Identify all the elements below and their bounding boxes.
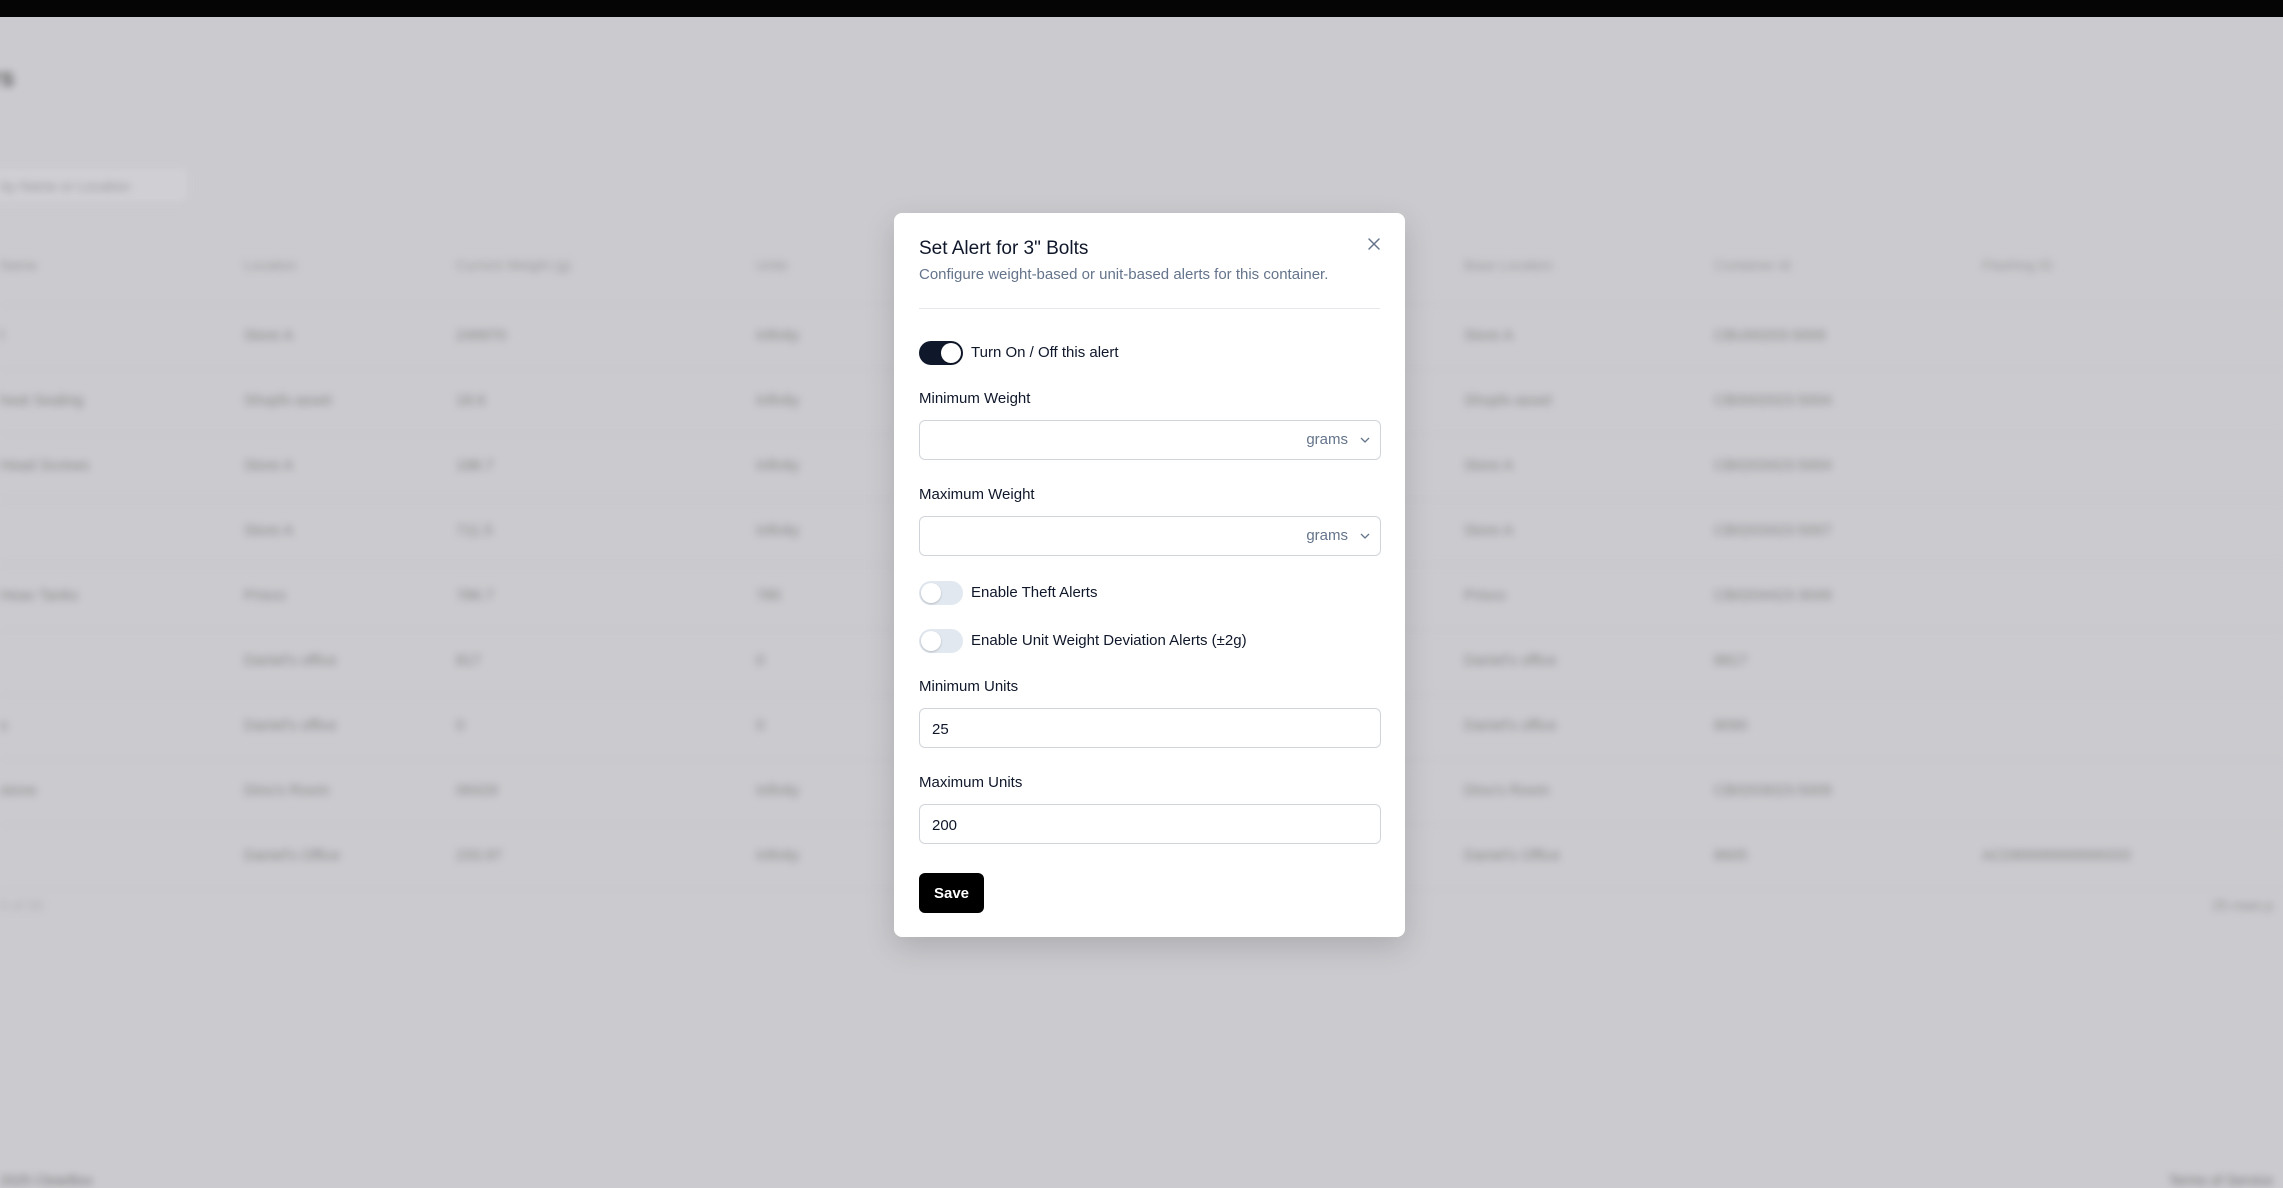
table-cell: 8605 bbox=[1714, 847, 1748, 864]
table-cell: 0 bbox=[756, 652, 765, 669]
min-weight-field: grams bbox=[919, 420, 1381, 461]
table-cell: Daniel's office bbox=[1464, 717, 1557, 734]
table-cell: 8090 bbox=[1714, 717, 1748, 734]
max-weight-field: grams bbox=[919, 516, 1381, 557]
min-weight-label: Minimum Weight bbox=[919, 390, 1031, 407]
table-cell: 8817 bbox=[1714, 652, 1748, 669]
rows-per-page[interactable]: 25 rows p bbox=[2212, 897, 2273, 913]
column-header[interactable]: Location bbox=[244, 257, 297, 273]
table-cell: Store A bbox=[1464, 457, 1514, 474]
table-cell: 18.6 bbox=[456, 392, 486, 409]
alert-toggle[interactable] bbox=[919, 341, 963, 365]
theft-alerts-label: Enable Theft Alerts bbox=[971, 584, 1098, 601]
copyright: 2025 ClearBox bbox=[0, 1172, 93, 1188]
table-cell: 785 bbox=[756, 587, 782, 604]
min-units-label: Minimum Units bbox=[919, 678, 1019, 695]
table-cell: stone bbox=[0, 782, 37, 799]
divider bbox=[919, 308, 1380, 309]
column-header[interactable]: Name bbox=[0, 257, 37, 273]
table-cell: Dino's Room bbox=[1464, 782, 1550, 799]
table-cell: Dino's Room bbox=[244, 782, 330, 799]
theft-alerts-toggle[interactable] bbox=[919, 581, 963, 605]
table-cell: CB0002023-5004 bbox=[1714, 392, 1832, 409]
table-cell: 711.5 bbox=[456, 522, 493, 539]
table-cell: Daniel's Office bbox=[244, 847, 340, 864]
toggle-knob bbox=[921, 583, 941, 603]
column-header[interactable]: Units bbox=[756, 257, 788, 273]
unit-deviation-toggle[interactable] bbox=[919, 629, 963, 653]
table-cell: Store A bbox=[244, 457, 294, 474]
table-cell: Shopfx-asset bbox=[244, 392, 332, 409]
table-cell: 0 bbox=[456, 717, 465, 734]
table-cell: Infinity bbox=[756, 522, 800, 539]
close-icon[interactable] bbox=[1366, 236, 1382, 252]
table-cell: Store A bbox=[244, 522, 294, 539]
table-cell: 188.7 bbox=[456, 457, 494, 474]
table-cell: Daniel's Office bbox=[1464, 847, 1560, 864]
pagination-info: 0 of 33 bbox=[0, 897, 43, 913]
table-cell: CB0204423-3049 bbox=[1714, 587, 1832, 604]
table-cell: Shopfx-asset bbox=[1464, 392, 1552, 409]
table-cell: heat Sealing bbox=[0, 392, 84, 409]
alert-toggle-label: Turn On / Off this alert bbox=[971, 344, 1119, 361]
dialog-subtitle: Configure weight-based or unit-based ale… bbox=[919, 266, 1329, 283]
table-cell: ACD89999999999333 bbox=[1982, 847, 2131, 864]
column-header[interactable]: Flashing ID bbox=[1982, 257, 2053, 273]
table-cell: CB0203423-5007 bbox=[1714, 522, 1832, 539]
unit-deviation-label: Enable Unit Weight Deviation Alerts (±2g… bbox=[971, 632, 1247, 649]
table-cell: 786.7 bbox=[456, 587, 494, 604]
save-button[interactable]: Save bbox=[919, 873, 984, 913]
table-cell: 0 bbox=[756, 717, 765, 734]
table-cell: s bbox=[0, 717, 8, 734]
table-cell: CBU00203-5009 bbox=[1714, 327, 1826, 344]
table-cell: l bbox=[0, 327, 4, 344]
max-weight-label: Maximum Weight bbox=[919, 486, 1035, 503]
search-input[interactable]: by Name or Location bbox=[0, 166, 190, 204]
table-cell: Infinity bbox=[756, 457, 800, 474]
table-cell: 233.97 bbox=[456, 847, 502, 864]
table-cell: CB0203423-5004 bbox=[1714, 457, 1832, 474]
table-cell: Store A bbox=[244, 327, 294, 344]
table-cell: Daniel's office bbox=[244, 717, 337, 734]
table-cell: Daniel's office bbox=[1464, 652, 1557, 669]
table-cell: 817 bbox=[456, 652, 482, 669]
max-weight-input[interactable] bbox=[920, 517, 1294, 557]
table-cell: CB0203023-5009 bbox=[1714, 782, 1832, 799]
table-cell: Heav Tanks bbox=[0, 587, 79, 604]
table-cell: Head Screws bbox=[0, 457, 90, 474]
table-cell: Store A bbox=[1464, 327, 1514, 344]
min-units-input[interactable] bbox=[920, 709, 1294, 749]
max-units-input[interactable] bbox=[920, 805, 1294, 845]
table-cell: Daniel's office bbox=[244, 652, 337, 669]
table-cell: Infinity bbox=[756, 782, 800, 799]
page-title: rs bbox=[0, 62, 15, 92]
footer-link[interactable]: Terms of Service bbox=[2169, 1172, 2273, 1188]
table-cell: Infinity bbox=[756, 327, 800, 344]
table-cell: Store A bbox=[1464, 522, 1514, 539]
table-cell: Infinity bbox=[756, 847, 800, 864]
toggle-knob bbox=[921, 631, 941, 651]
max-weight-unit-select[interactable]: grams bbox=[1306, 527, 1348, 544]
table-cell: Prisco bbox=[1464, 587, 1506, 604]
table-cell: Infinity bbox=[756, 392, 800, 409]
set-alert-dialog: Set Alert for 3" Bolts Configure weight-… bbox=[894, 213, 1405, 937]
table-cell: 06429 bbox=[456, 782, 498, 799]
table-cell: 249970 bbox=[456, 327, 507, 344]
max-units-label: Maximum Units bbox=[919, 774, 1023, 791]
column-header[interactable]: Base Location bbox=[1464, 257, 1553, 273]
chevron-down-icon[interactable] bbox=[1360, 436, 1370, 444]
column-header[interactable]: Container Id bbox=[1714, 257, 1790, 273]
min-units-field bbox=[919, 708, 1381, 749]
dialog-title: Set Alert for 3" Bolts bbox=[919, 238, 1089, 259]
min-weight-unit-select[interactable]: grams bbox=[1306, 431, 1348, 448]
table-cell: Prisco bbox=[244, 587, 286, 604]
min-weight-input[interactable] bbox=[920, 421, 1294, 461]
column-header[interactable]: Current Weight (g) bbox=[456, 257, 571, 273]
top-bar bbox=[0, 0, 2283, 17]
chevron-down-icon[interactable] bbox=[1360, 532, 1370, 540]
max-units-field bbox=[919, 804, 1381, 845]
toggle-knob bbox=[941, 343, 961, 363]
